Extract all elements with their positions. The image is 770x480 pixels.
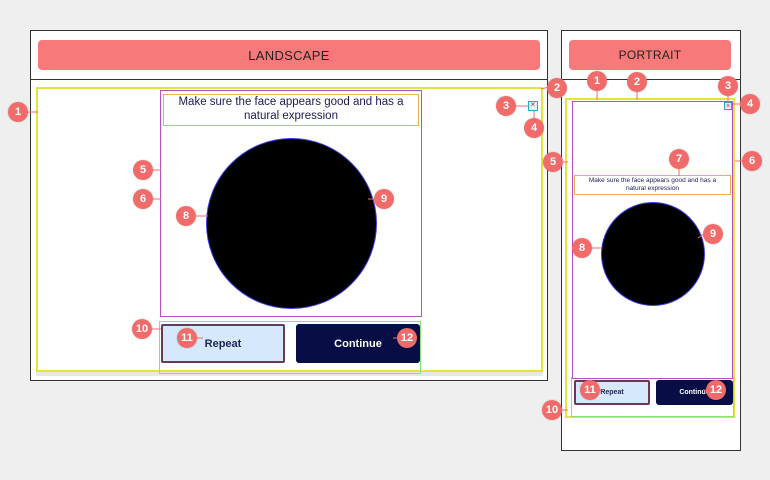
landscape-badge-8: 8: [176, 206, 196, 226]
landscape-badge-2: 2: [547, 78, 567, 98]
portrait-face-circle: [601, 202, 705, 306]
portrait-title-banner: PORTRAIT: [569, 40, 731, 70]
portrait-badge-1: 1: [587, 71, 607, 91]
portrait-badge-8: 8: [572, 238, 592, 258]
landscape-badge-6: 6: [133, 189, 153, 209]
portrait-badge-6: 6: [742, 151, 762, 171]
landscape-badge-10: 10: [132, 319, 152, 339]
landscape-instruction-text: Make sure the face appears good and has …: [163, 94, 419, 126]
landscape-header-divider: [30, 79, 548, 80]
landscape-badge-12: 12: [397, 328, 417, 348]
portrait-instruction-text: Make sure the face appears good and has …: [574, 175, 731, 195]
landscape-badge-11: 11: [177, 328, 197, 348]
landscape-badge-9: 9: [374, 189, 394, 209]
portrait-badge-11: 11: [580, 380, 600, 400]
portrait-badge-3: 3: [718, 76, 738, 96]
landscape-face-circle: [206, 138, 377, 309]
portrait-badge-5: 5: [543, 152, 563, 172]
portrait-badge-7: 7: [669, 149, 689, 169]
landscape-title-banner: LANDSCAPE: [38, 40, 540, 70]
close-x-icon: ×: [725, 103, 731, 110]
portrait-close-icon[interactable]: ×: [724, 102, 732, 110]
landscape-badge-3: 3: [496, 96, 516, 116]
close-x-icon: ×: [530, 100, 536, 109]
landscape-close-icon[interactable]: ×: [528, 100, 538, 111]
landscape-badge-5: 5: [133, 160, 153, 180]
landscape-badge-1: 1: [8, 102, 28, 122]
landscape-frame: LANDSCAPE Make sure the face appears goo…: [30, 30, 548, 381]
portrait-badge-2: 2: [627, 72, 647, 92]
portrait-badge-12: 12: [706, 380, 726, 400]
landscape-badge-4: 4: [524, 118, 544, 138]
portrait-badge-10: 10: [542, 400, 562, 420]
portrait-badge-4: 4: [740, 94, 760, 114]
portrait-badge-9: 9: [703, 224, 723, 244]
